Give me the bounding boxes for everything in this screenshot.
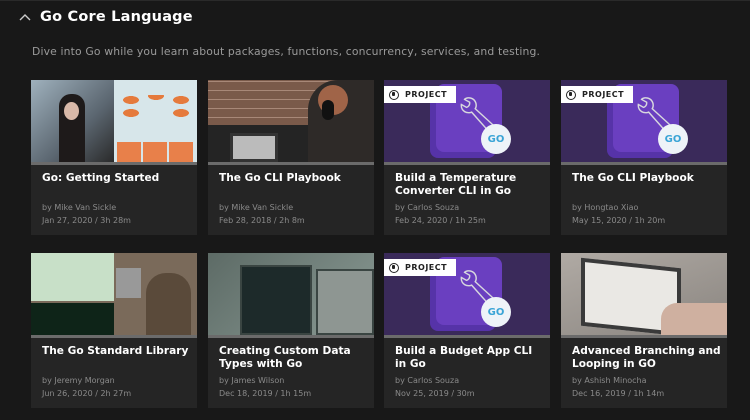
course-meta: Jun 26, 2020 / 2h 27m xyxy=(42,389,132,398)
course-card[interactable]: Creating Custom Data Types with Go by Jam… xyxy=(208,253,374,408)
project-badge: PROJECT xyxy=(384,86,457,103)
course-meta: Dec 18, 2019 / 1h 15m xyxy=(219,389,312,398)
course-card[interactable]: Go: Getting Started by Mike Van Sickle Jan… xyxy=(31,80,197,235)
course-meta: May 15, 2020 / 1h 20m xyxy=(572,216,666,225)
project-badge-label: PROJECT xyxy=(405,263,448,272)
course-card[interactable]: 🔧︎ GO PROJECT The Go CLI Playbook by Hongtao… xyxy=(561,80,727,235)
progress-bar xyxy=(208,335,374,338)
course-author: by Hongtao Xiao xyxy=(572,203,639,212)
course-meta: Nov 25, 2019 / 30m xyxy=(395,389,475,398)
course-title[interactable]: The Go CLI Playbook xyxy=(572,172,722,185)
course-title[interactable]: Creating Custom Data Types with Go xyxy=(219,345,369,371)
progress-bar xyxy=(561,162,727,165)
course-author: by Carlos Souza xyxy=(395,203,460,212)
progress-bar xyxy=(31,162,197,165)
course-author: by Carlos Souza xyxy=(395,376,460,385)
progress-bar xyxy=(384,335,550,338)
project-badge: PROJECT xyxy=(384,259,457,276)
progress-bar xyxy=(208,162,374,165)
course-thumbnail[interactable] xyxy=(31,253,197,335)
course-title[interactable]: Build a Budget App CLI in Go xyxy=(395,345,545,371)
chevron-up-icon xyxy=(18,10,32,24)
go-logo-icon: GO xyxy=(481,297,511,327)
course-thumbnail[interactable] xyxy=(31,80,197,162)
divider xyxy=(0,0,750,1)
course-author: by James Wilson xyxy=(219,376,285,385)
course-author: by Ashish Minocha xyxy=(572,376,647,385)
course-title[interactable]: The Go CLI Playbook xyxy=(219,172,369,185)
course-thumbnail[interactable] xyxy=(208,80,374,162)
go-logo-icon: GO xyxy=(481,124,511,154)
section-header-toggle[interactable]: Go Core Language xyxy=(18,6,193,28)
course-meta: Feb 28, 2018 / 2h 8m xyxy=(219,216,305,225)
project-icon xyxy=(389,89,399,100)
progress-bar xyxy=(561,335,727,338)
course-card[interactable]: 🔧︎ GO PROJECT Build a Budget App CLI in Go b… xyxy=(384,253,550,408)
project-badge: PROJECT xyxy=(561,86,634,103)
course-meta: Dec 16, 2019 / 1h 14m xyxy=(572,389,665,398)
course-card[interactable]: The Go Standard Library by Jeremy Morgan J… xyxy=(31,253,197,408)
course-title[interactable]: Go: Getting Started xyxy=(42,172,192,185)
course-meta: Jan 27, 2020 / 3h 28m xyxy=(42,216,131,225)
course-thumbnail[interactable] xyxy=(208,253,374,335)
progress-bar xyxy=(384,162,550,165)
course-thumbnail[interactable] xyxy=(561,253,727,335)
project-badge-label: PROJECT xyxy=(405,90,448,99)
course-card[interactable]: 🔧︎ GO PROJECT Build a Temperature Converter… xyxy=(384,80,550,235)
project-icon xyxy=(389,262,399,273)
course-meta: Feb 24, 2020 / 1h 25m xyxy=(395,216,486,225)
course-title[interactable]: Build a Temperature Converter CLI in Go xyxy=(395,172,545,198)
progress-bar xyxy=(31,335,197,338)
project-badge-label: PROJECT xyxy=(582,90,625,99)
course-card[interactable]: The Go CLI Playbook by Mike Van Sickle Feb… xyxy=(208,80,374,235)
course-author: by Mike Van Sickle xyxy=(42,203,117,212)
project-icon xyxy=(566,89,576,100)
section-title: Go Core Language xyxy=(40,9,193,25)
section-description: Dive into Go while you learn about packa… xyxy=(32,45,541,58)
course-card[interactable]: Advanced Branching and Looping in GO by A… xyxy=(561,253,727,408)
go-logo-icon: GO xyxy=(658,124,688,154)
course-title[interactable]: The Go Standard Library xyxy=(42,345,192,358)
course-author: by Jeremy Morgan xyxy=(42,376,115,385)
course-author: by Mike Van Sickle xyxy=(219,203,294,212)
course-title[interactable]: Advanced Branching and Looping in GO xyxy=(572,345,722,371)
